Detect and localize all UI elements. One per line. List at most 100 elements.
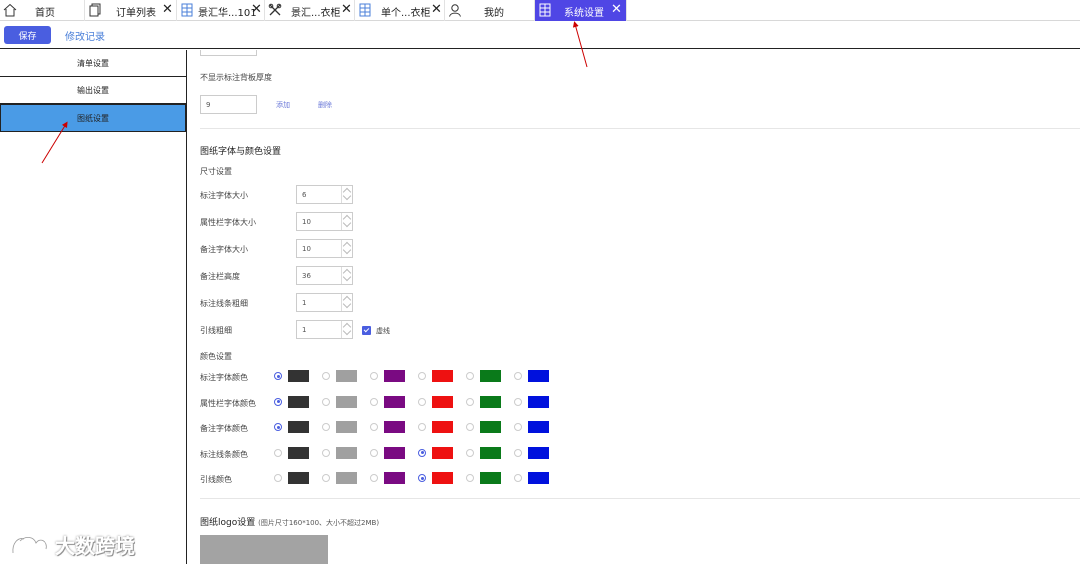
stepper-arrows[interactable]	[341, 321, 352, 338]
tab-mine[interactable]: 我的	[445, 0, 535, 21]
size-stepper[interactable]: 6	[296, 185, 353, 204]
color-swatch[interactable]	[384, 421, 405, 433]
color-swatch[interactable]	[432, 370, 453, 382]
color-radio[interactable]	[274, 448, 282, 457]
color-radio[interactable]	[322, 423, 330, 431]
size-stepper[interactable]: 10	[296, 239, 353, 258]
size-stepper[interactable]: 10	[296, 212, 353, 231]
stepper-arrows[interactable]	[341, 240, 352, 257]
color-radio[interactable]	[466, 423, 474, 431]
color-radio[interactable]	[322, 474, 330, 482]
color-radio[interactable]	[370, 448, 378, 457]
color-radio[interactable]	[514, 397, 522, 406]
color-radio[interactable]	[274, 474, 282, 482]
color-swatch[interactable]	[528, 370, 549, 382]
color-radio[interactable]	[418, 372, 426, 380]
color-swatch[interactable]	[432, 421, 453, 433]
color-radio[interactable]	[514, 372, 522, 380]
color-swatch[interactable]	[528, 472, 549, 484]
sidebar-item-output-settings[interactable]: 输出设置	[0, 77, 186, 104]
stepper-arrows[interactable]	[341, 186, 352, 203]
color-swatch[interactable]	[288, 472, 309, 484]
color-radio[interactable]	[514, 474, 522, 482]
color-radio[interactable]	[418, 474, 426, 482]
stepper-arrows[interactable]	[341, 213, 352, 230]
tab-system-settings[interactable]: 系统设置 ✕	[535, 0, 627, 21]
stepper-arrows[interactable]	[341, 294, 352, 311]
size-stepper[interactable]: 1	[296, 320, 353, 339]
color-swatch[interactable]	[336, 370, 357, 382]
color-radio[interactable]	[514, 448, 522, 457]
logo-title: 图纸logo设置 (图片尺寸160*100、大小不超过2MB)	[200, 515, 379, 528]
tab-jinghuihua[interactable]: 景汇华...101 ✕	[177, 0, 265, 21]
color-label: 属性栏字体颜色	[200, 398, 256, 408]
color-radio[interactable]	[466, 397, 474, 406]
color-radio[interactable]	[514, 423, 522, 431]
save-button[interactable]: 保存	[4, 26, 51, 44]
color-swatch[interactable]	[384, 446, 405, 459]
color-swatch[interactable]	[288, 370, 309, 382]
color-swatch[interactable]	[288, 446, 309, 459]
tab-single-wardrobe[interactable]: 单个...衣柜 ✕	[355, 0, 445, 21]
color-radio[interactable]	[274, 397, 282, 406]
color-radio[interactable]	[418, 423, 426, 431]
add-link[interactable]: 添加	[276, 100, 290, 110]
color-swatch[interactable]	[432, 395, 453, 408]
divider	[200, 128, 1080, 129]
tab-order-list[interactable]: 订单列表 ✕	[85, 0, 177, 21]
close-icon[interactable]: ✕	[251, 2, 262, 17]
color-swatch[interactable]	[432, 446, 453, 459]
color-swatch[interactable]	[288, 395, 309, 408]
stepper-arrows[interactable]	[341, 267, 352, 284]
logo-upload-area[interactable]	[200, 535, 328, 564]
color-swatch[interactable]	[528, 421, 549, 433]
size-stepper[interactable]: 36	[296, 266, 353, 285]
size-stepper[interactable]: 1	[296, 293, 353, 312]
color-radio[interactable]	[418, 397, 426, 406]
color-swatch[interactable]	[480, 472, 501, 484]
color-radio[interactable]	[370, 372, 378, 380]
color-swatch[interactable]	[336, 421, 357, 433]
close-icon[interactable]: ✕	[611, 2, 622, 17]
color-swatch[interactable]	[528, 395, 549, 408]
color-swatch[interactable]	[336, 446, 357, 459]
color-swatch[interactable]	[480, 370, 501, 382]
color-radio[interactable]	[274, 423, 282, 431]
dashed-checkbox[interactable]	[362, 326, 371, 335]
color-radio[interactable]	[466, 474, 474, 482]
color-swatch[interactable]	[384, 472, 405, 484]
color-radio[interactable]	[370, 474, 378, 482]
tab-jinghui-wardrobe[interactable]: 景汇...衣柜 ✕	[265, 0, 355, 21]
color-radio[interactable]	[322, 397, 330, 406]
color-radio[interactable]	[322, 372, 330, 380]
backboard-thickness-input[interactable]: 9	[200, 95, 257, 114]
document-icon	[89, 3, 101, 17]
color-radio[interactable]	[466, 372, 474, 380]
color-swatch[interactable]	[480, 395, 501, 408]
history-link[interactable]: 修改记录	[65, 28, 105, 43]
color-swatch[interactable]	[432, 472, 453, 484]
color-swatch[interactable]	[288, 421, 309, 433]
color-swatch[interactable]	[480, 421, 501, 433]
color-swatch[interactable]	[384, 395, 405, 408]
color-radio[interactable]	[418, 448, 426, 457]
color-swatch[interactable]	[480, 446, 501, 459]
close-icon[interactable]: ✕	[431, 2, 442, 17]
delete-link[interactable]: 删除	[318, 100, 332, 110]
tab-home[interactable]: 首页	[0, 0, 85, 21]
color-radio[interactable]	[370, 397, 378, 406]
clipped-input[interactable]	[200, 50, 257, 56]
color-swatch[interactable]	[336, 472, 357, 484]
color-radio[interactable]	[466, 448, 474, 457]
color-swatch[interactable]	[336, 395, 357, 408]
color-radio[interactable]	[274, 372, 282, 380]
close-icon[interactable]: ✕	[341, 2, 352, 17]
color-swatch[interactable]	[384, 370, 405, 382]
color-radio[interactable]	[370, 423, 378, 431]
sidebar-item-list-settings[interactable]: 清单设置	[0, 50, 186, 77]
sidebar-item-drawing-settings[interactable]: 图纸设置	[0, 104, 186, 132]
color-swatch[interactable]	[528, 446, 549, 459]
color-label: 标注线条颜色	[200, 449, 248, 459]
color-radio[interactable]	[322, 448, 330, 457]
close-icon[interactable]: ✕	[162, 2, 173, 17]
